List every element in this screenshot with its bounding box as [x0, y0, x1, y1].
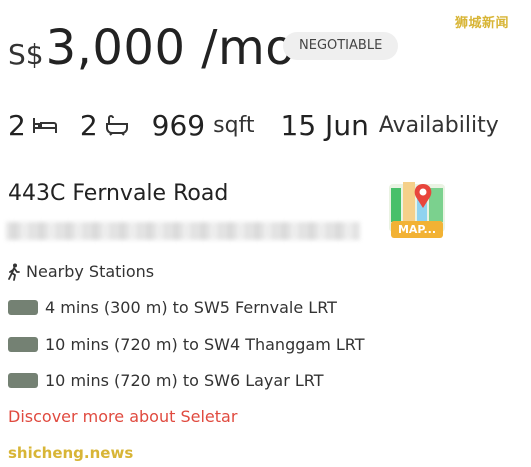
- train-line-swatch: [8, 373, 38, 388]
- property-specs: 2 2 969 sqft 15 Jun Availability: [8, 108, 499, 142]
- availability-label: Availability: [378, 112, 499, 138]
- map-label: MAP...: [391, 221, 443, 238]
- price-currency: S$: [8, 38, 44, 71]
- nearby-stations-heading: Nearby Stations: [8, 262, 154, 281]
- bathtub-icon: [104, 114, 130, 136]
- bedrooms-count: 2: [8, 108, 26, 142]
- blurred-address-detail: [6, 222, 360, 240]
- price-amount: 3,000 /mo: [45, 20, 296, 76]
- floor-area: 969: [151, 108, 206, 142]
- street-address: 443C Fernvale Road: [8, 181, 229, 206]
- bathrooms-count: 2: [79, 108, 98, 142]
- train-line-swatch: [8, 300, 38, 315]
- availability-date: 15 Jun: [280, 108, 369, 142]
- walking-person-icon: [8, 263, 20, 281]
- nearby-stations-title: Nearby Stations: [26, 262, 155, 281]
- station-text: 10 mins (720 m) to SW6 Layar LRT: [45, 371, 324, 390]
- station-item: 10 mins (720 m) to SW6 Layar LRT: [8, 371, 324, 390]
- station-text: 4 mins (300 m) to SW5 Fernvale LRT: [45, 298, 337, 317]
- station-item: 4 mins (300 m) to SW5 Fernvale LRT: [8, 298, 337, 317]
- train-line-swatch: [8, 337, 38, 352]
- station-item: 10 mins (720 m) to SW4 Thanggam LRT: [8, 335, 365, 354]
- negotiable-badge: NEGOTIABLE: [283, 32, 399, 60]
- floor-area-unit: sqft: [213, 112, 255, 138]
- watermark-top: 狮城新闻: [455, 16, 510, 31]
- bed-icon: [32, 115, 58, 135]
- discover-more-link[interactable]: Discover more about Seletar: [8, 407, 237, 426]
- station-text: 10 mins (720 m) to SW4 Thanggam LRT: [45, 335, 365, 354]
- watermark-bottom: shicheng.news: [8, 444, 134, 462]
- price: S$ 3,000 /mo: [8, 20, 295, 76]
